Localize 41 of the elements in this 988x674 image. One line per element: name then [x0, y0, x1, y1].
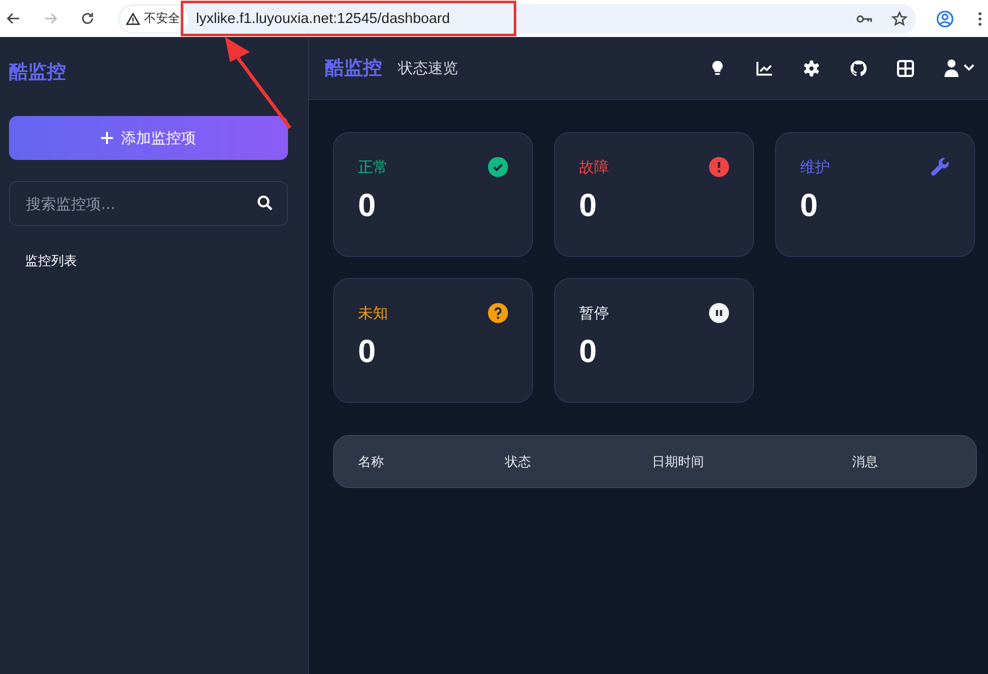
star-icon[interactable]	[891, 10, 908, 26]
column-header: 消息	[852, 454, 879, 470]
warning-icon	[126, 12, 140, 26]
brand-title: 酷监控	[9, 60, 67, 83]
url-text: lyxlike.f1.luyouxia.net:12545/dashboard	[196, 10, 451, 26]
security-label: 不安全	[144, 10, 180, 27]
status-label: 维护	[800, 158, 830, 176]
status-label: 暂停	[579, 304, 609, 322]
status-count: 0	[358, 333, 377, 370]
chart-icon[interactable]	[756, 60, 773, 76]
settings-icon[interactable]	[803, 60, 820, 76]
status-count: 0	[358, 187, 377, 224]
address-bar[interactable]: 不安全 lyxlike.f1.luyouxia.net:12545/dashboard	[118, 4, 916, 34]
exclamation-icon	[709, 157, 729, 177]
plus-icon	[101, 132, 113, 144]
search-icon[interactable]	[257, 195, 273, 211]
question-icon	[488, 303, 508, 323]
status-label: 故障	[579, 158, 609, 176]
add-monitor-button[interactable]: 添加监控项	[9, 116, 288, 160]
status-label: 正常	[358, 158, 388, 176]
pause-icon	[709, 303, 729, 323]
status-count: 0	[579, 333, 598, 370]
search-field[interactable]: 搜索监控项...	[9, 181, 288, 226]
brand-title: 酷监控	[325, 56, 382, 81]
column-header: 状态	[505, 454, 532, 470]
column-header: 名称	[358, 454, 385, 470]
status-label: 未知	[358, 304, 388, 322]
profile-icon[interactable]	[936, 10, 954, 28]
list-title: 监控列表	[25, 253, 78, 270]
github-icon[interactable]	[850, 60, 867, 76]
column-header: 日期时间	[652, 454, 705, 470]
status-count: 0	[800, 187, 819, 224]
page-title: 状态速览	[398, 58, 458, 78]
wrench-icon	[930, 157, 950, 177]
back-icon[interactable]	[6, 11, 21, 26]
check-icon	[488, 157, 508, 177]
menu-icon[interactable]	[978, 12, 982, 26]
user-menu-icon[interactable]	[944, 59, 977, 77]
reload-icon[interactable]	[80, 11, 95, 26]
grid-icon[interactable]	[897, 60, 914, 76]
status-count: 0	[579, 187, 598, 224]
